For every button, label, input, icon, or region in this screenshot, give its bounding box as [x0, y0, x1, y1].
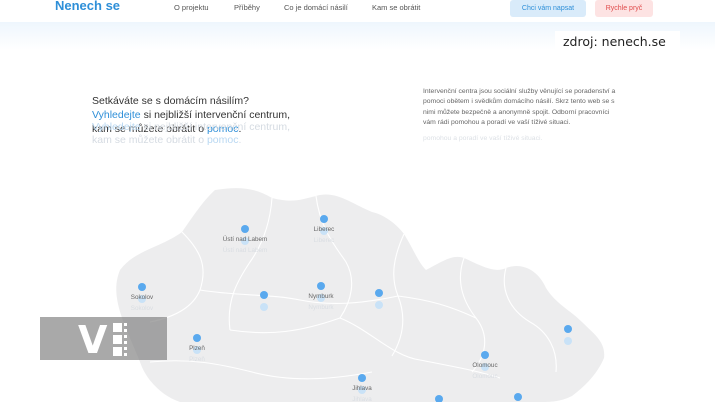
map-shape [116, 188, 605, 402]
city-label: Nymburk [308, 293, 334, 300]
city-label-echo: Sokolov [131, 305, 154, 312]
quick-exit-button[interactable]: Rychle pryč [595, 0, 653, 17]
pin-marker[interactable] [358, 374, 366, 382]
city-label-echo: Ústí nad Labem [223, 245, 267, 254]
site-logo[interactable]: Nenech se [55, 0, 120, 13]
czech-map[interactable]: Liberec Liberec Ústí nad Labem Ústí nad Lab… [0, 150, 715, 402]
watermark-graphic: V [78, 318, 127, 362]
pin-marker[interactable] [138, 283, 146, 291]
watermark-letter: V [78, 318, 108, 360]
intro-description-echo: pomohou a poradí ve vaší tíživé situaci. [423, 135, 543, 142]
hero-echo-line-2: Vyhledejte si nejbližší intervenční cent… [92, 121, 342, 134]
pin-marker[interactable] [514, 393, 522, 401]
city-label: Sokolov [131, 294, 154, 301]
hero-line-2: Vyhledejte si nejbližší intervenční cent… [92, 108, 342, 122]
hero-heading-echo: Vyhledejte si nejbližší intervenční cent… [92, 121, 342, 147]
city-label: Liberec [314, 226, 335, 233]
hero-echo-text-3: kam se můžete obrátit o [92, 134, 207, 146]
hero-echo-end: . [238, 134, 242, 146]
city-label-echo: Nymburk [308, 304, 334, 311]
city-label: Ústí nad Labem [223, 234, 267, 243]
pin-marker-echo [375, 301, 383, 309]
hero-line-1: Setkáváte se s domácím násilím? [92, 95, 249, 107]
city-label-echo: Liberec [314, 237, 335, 244]
pin-marker[interactable] [193, 334, 201, 342]
hero-line-2-text: si nejbližší intervenční centrum, [140, 109, 291, 121]
watermark-logo: V [40, 317, 167, 362]
pin-marker[interactable] [320, 215, 328, 223]
top-navigation-bar: Nenech se O projektu Příběhy Co je domác… [0, 0, 715, 22]
watermark-dots [113, 323, 127, 356]
hero-echo-line-3: kam se můžete obrátit o pomoc. [92, 134, 342, 147]
pin-marker[interactable] [375, 289, 383, 297]
city-label-echo: Jihlava [352, 396, 372, 402]
nav-co-je-domaci-nasili[interactable]: Co je domácí násilí [284, 3, 348, 12]
hero-echo-link: Vyhledejte [92, 121, 141, 133]
pin-marker[interactable] [481, 351, 489, 359]
pin-marker[interactable] [317, 282, 325, 290]
city-label: Plzeň [189, 345, 205, 352]
nav-pribehy[interactable]: Příběhy [234, 3, 260, 12]
pin-marker-echo [564, 337, 572, 345]
pin-marker-echo [260, 303, 268, 311]
hero-echo-text: si nejbližší intervenční centrum, [140, 121, 291, 133]
write-to-us-button[interactable]: Chci vám napsat [510, 0, 586, 17]
city-label-echo: Plzeň [189, 356, 205, 363]
intro-description: Intervenční centra jsou sociální služby … [423, 88, 616, 126]
city-label: Olomouc [472, 362, 497, 369]
nav-o-projektu[interactable]: O projektu [174, 3, 209, 12]
nav-kam-se-obratit[interactable]: Kam se obrátit [372, 3, 420, 12]
pin-marker[interactable] [260, 291, 268, 299]
pin-marker[interactable] [564, 325, 572, 333]
source-caption: zdroj: nenech.se [555, 31, 680, 52]
hero-echo-link-3: pomoc [206, 134, 239, 146]
pin-marker[interactable] [241, 225, 249, 233]
search-link[interactable]: Vyhledejte [92, 109, 141, 121]
city-label: Jihlava [352, 385, 372, 392]
city-label-echo: Olomouc [472, 373, 497, 380]
